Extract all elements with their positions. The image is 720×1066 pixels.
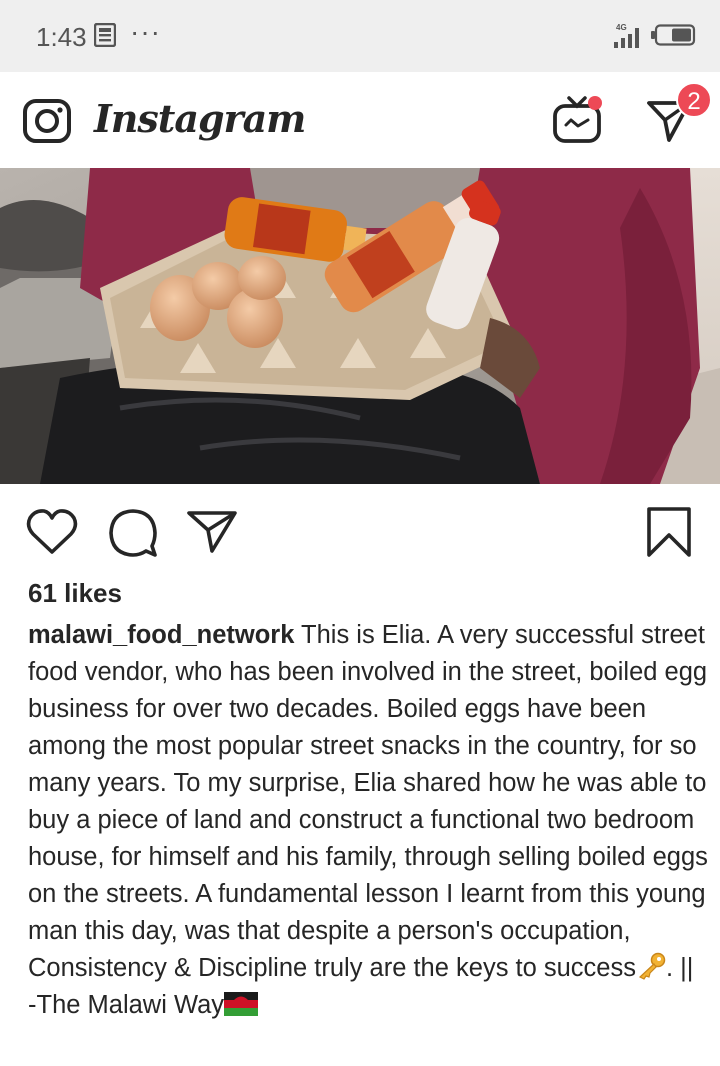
comment-icon[interactable] [108,508,158,558]
status-bar: 1:43 ··· 4G [0,0,720,72]
instagram-logo: Instagram [94,96,306,141]
malawi-flag-emoji-icon [224,992,259,1016]
igtv-notification-dot [588,96,602,110]
post-image [0,168,720,484]
bookmark-icon[interactable] [646,506,692,558]
caption-text: This is Elia. A very successful street f… [28,621,708,982]
share-icon[interactable] [186,508,238,554]
username-link[interactable]: malawi_food_network [28,621,294,649]
post-caption: malawi_food_network This is Elia. A very… [28,617,708,1024]
status-time: 1:43 [36,22,87,52]
app-header: Instagram 2 [0,72,720,169]
news-icon [94,23,116,47]
direct-badge: 2 [676,82,712,118]
more-notifications-icon: ··· [130,16,161,47]
post-photo[interactable] [0,168,720,484]
post-actions [0,500,720,564]
battery-icon [651,24,696,46]
camera-icon[interactable] [22,98,72,144]
heart-icon[interactable] [26,508,78,556]
network-type: 4G [616,23,627,32]
key-emoji-icon [638,952,666,980]
likes-count[interactable]: 61 likes [28,578,122,609]
signal-icon: 4G [614,23,639,48]
